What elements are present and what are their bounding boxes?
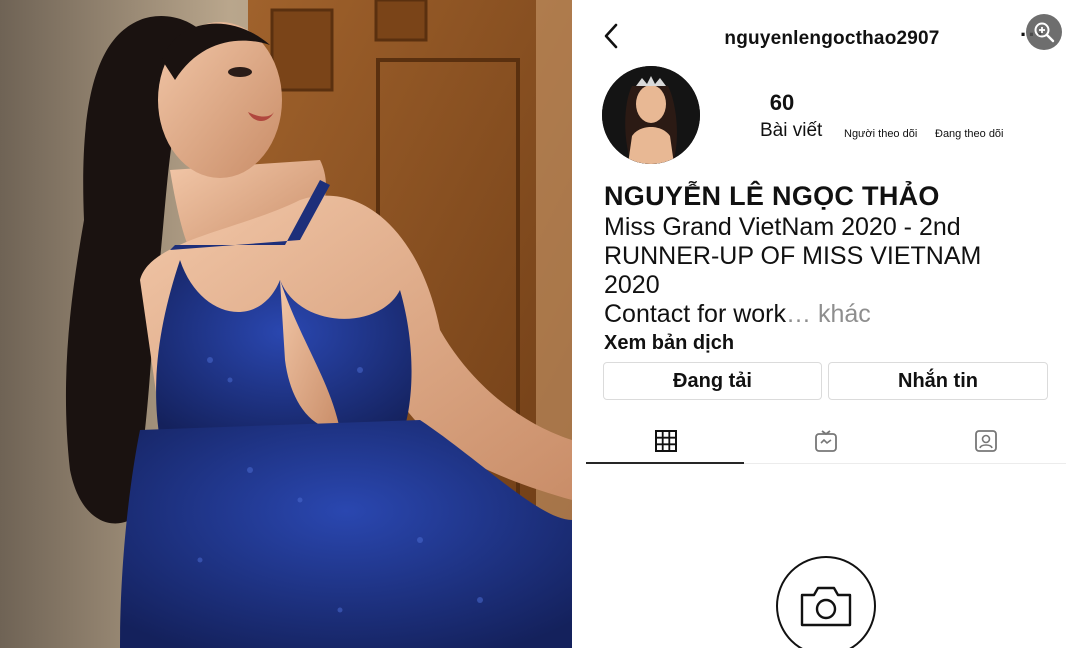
bio-line: 2020: [604, 271, 660, 299]
bio-line: Miss Grand VietNam 2020 - 2nd: [604, 213, 961, 241]
posts-count: 60: [769, 90, 795, 115]
loading-button[interactable]: Đang tải: [603, 362, 822, 400]
tab-divider: [744, 463, 1066, 464]
bio-contact: Contact for work: [604, 300, 787, 328]
photo-illustration: [0, 0, 572, 648]
tagged-icon: [975, 430, 997, 452]
followers-label[interactable]: Người theo dõi: [844, 128, 917, 140]
chevron-left-icon: [604, 23, 618, 49]
following-label[interactable]: Đang theo dõi: [935, 128, 1004, 140]
igtv-icon: [815, 430, 837, 452]
bio-name: NGUYỄN LÊ NGỌC THẢO: [604, 181, 940, 211]
bio-more-link[interactable]: … khác: [786, 300, 871, 328]
profile-tabs: [586, 420, 1066, 464]
zoom-button[interactable]: [1026, 14, 1062, 50]
camera-icon: [800, 586, 852, 627]
profile-username: nguyenlengocthao2907: [724, 28, 940, 49]
active-tab-indicator: [586, 462, 744, 464]
bio-line: RUNNER-UP OF MISS VIETNAM: [604, 242, 982, 270]
tab-igtv[interactable]: [746, 420, 906, 462]
tab-tagged[interactable]: [906, 420, 1066, 462]
avatar[interactable]: [602, 66, 700, 164]
bio-contact-line: Contact for work… khác: [604, 299, 1064, 329]
posts-label[interactable]: Bài viết: [760, 120, 822, 142]
see-translation-link[interactable]: Xem bản dịch: [604, 329, 1064, 357]
avatar-image: [602, 66, 700, 164]
profile-panel: nguyenlengocthao2907 ··· 60 Bài viết Ngư…: [572, 0, 1080, 648]
profile-bio: NGUYỄN LÊ NGỌC THẢO Miss Grand VietNam 2…: [604, 180, 1064, 357]
message-button[interactable]: Nhắn tin: [828, 362, 1048, 400]
empty-state-camera: [776, 556, 876, 648]
profile-photo: [0, 0, 572, 648]
grid-icon: [655, 430, 677, 452]
top-bar: nguyenlengocthao2907 ···: [572, 0, 1080, 70]
tab-grid[interactable]: [586, 420, 746, 462]
profile-stats: 60 Bài viết Người theo dõi Đang theo dõi: [744, 90, 1044, 150]
back-button[interactable]: [600, 22, 624, 50]
zoom-in-icon: [1034, 22, 1055, 43]
